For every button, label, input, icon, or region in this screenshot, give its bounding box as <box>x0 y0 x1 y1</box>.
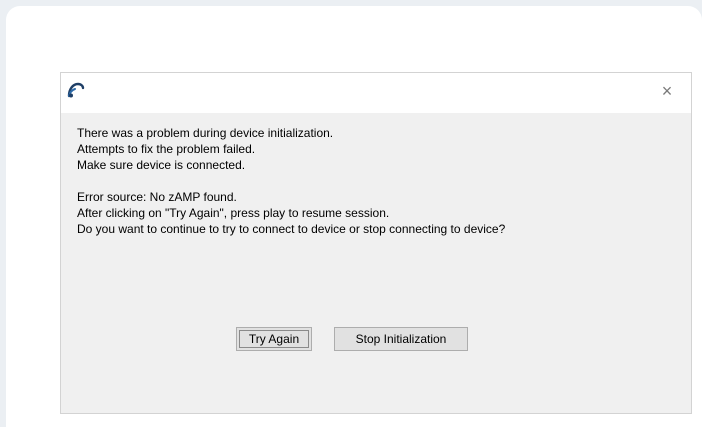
error-dialog: × There was a problem during device init… <box>60 72 692 414</box>
dialog-buttons: Try Again Stop Initialization <box>236 327 468 351</box>
try-again-button[interactable]: Try Again <box>236 327 312 351</box>
app-logo-icon <box>67 81 85 99</box>
problem-message: There was a problem during device initia… <box>77 125 681 173</box>
dialog-titlebar: × <box>61 73 691 113</box>
stop-initialization-button[interactable]: Stop Initialization <box>334 327 468 351</box>
message-line-3: Make sure device is connected. <box>77 158 246 172</box>
question-text: Do you want to continue to try to connec… <box>77 222 506 236</box>
error-source-text: Error source: No zAMP found. <box>77 190 237 204</box>
dialog-message: There was a problem during device initia… <box>77 125 681 237</box>
close-icon[interactable]: × <box>657 81 677 101</box>
message-line-1: There was a problem during device initia… <box>77 126 334 140</box>
instruction-text: After clicking on "Try Again", press pla… <box>77 206 390 220</box>
message-line-2: Attempts to fix the problem failed. <box>77 142 256 156</box>
